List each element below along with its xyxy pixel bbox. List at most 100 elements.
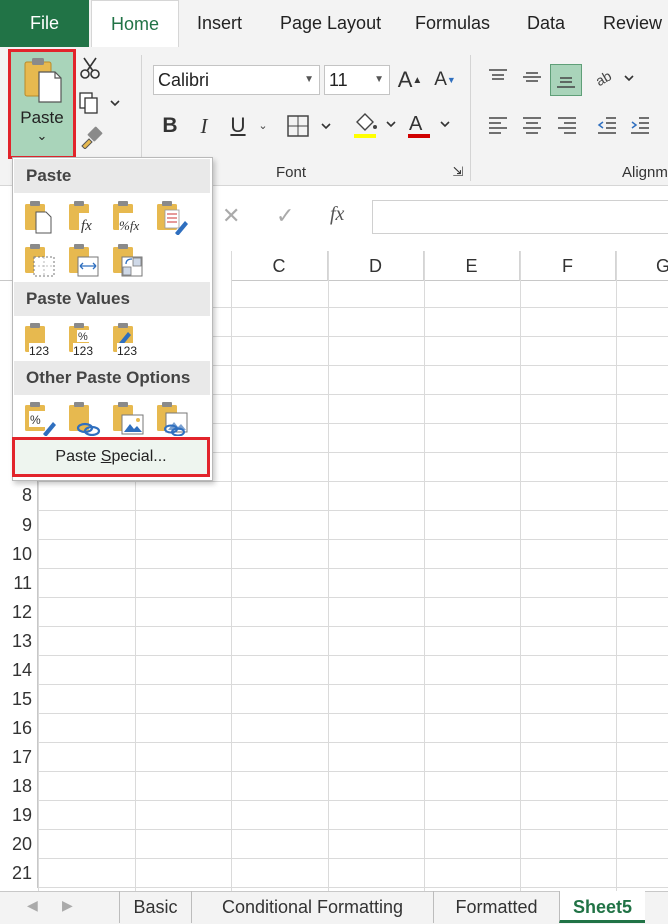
row-header[interactable]: 9: [0, 511, 38, 540]
column-header-c[interactable]: C: [231, 251, 328, 281]
row-header[interactable]: 21: [0, 859, 38, 888]
paste-link-icon[interactable]: [65, 400, 101, 436]
italic-button[interactable]: I: [193, 112, 215, 140]
cancel-icon[interactable]: ✕: [222, 203, 240, 229]
format-painter-icon[interactable]: [78, 124, 104, 150]
values-source-formatting-icon[interactable]: 123: [109, 321, 145, 357]
row-header[interactable]: 16: [0, 714, 38, 743]
decrease-font-size-icon[interactable]: A ▼: [431, 64, 459, 96]
column-header-g[interactable]: G: [616, 251, 668, 281]
gridline: [38, 771, 668, 772]
paste-picture-icon[interactable]: [109, 400, 145, 436]
gridline: [38, 742, 668, 743]
align-center-icon[interactable]: [520, 113, 544, 139]
bottom-align-icon[interactable]: [550, 64, 582, 96]
row-header[interactable]: 15: [0, 685, 38, 714]
gridline: [38, 887, 668, 888]
row-header[interactable]: 14: [0, 656, 38, 685]
keep-column-widths-icon[interactable]: [65, 242, 101, 278]
transpose-icon[interactable]: [109, 242, 145, 278]
formula-input[interactable]: [372, 200, 668, 234]
gridline: [38, 684, 668, 685]
gridline: [38, 626, 668, 627]
increase-indent-icon[interactable]: [628, 113, 652, 139]
dialog-launcher-icon[interactable]: ⇲: [450, 164, 466, 180]
row-header[interactable]: 19: [0, 801, 38, 830]
top-align-icon[interactable]: [486, 66, 510, 88]
row-header[interactable]: 13: [0, 627, 38, 656]
enter-icon[interactable]: ✓: [276, 203, 294, 229]
tab-insert[interactable]: Insert: [197, 0, 242, 47]
middle-align-icon[interactable]: [520, 66, 544, 88]
tab-data[interactable]: Data: [527, 0, 565, 47]
paste-formulas-number-formatting-icon[interactable]: %fx: [109, 199, 145, 235]
gridline: [231, 251, 232, 891]
align-left-icon[interactable]: [486, 113, 510, 139]
paste-values-icon[interactable]: 123: [21, 321, 57, 357]
paste-values-section-header: Paste Values: [14, 282, 210, 316]
gridline: [38, 597, 668, 598]
bold-button[interactable]: B: [158, 112, 182, 140]
no-borders-icon[interactable]: [21, 242, 57, 278]
insert-function-icon[interactable]: fx: [330, 203, 344, 226]
sheet-tab-conditional-formatting[interactable]: Conditional Formatting: [191, 891, 433, 923]
chevron-down-icon[interactable]: ▼: [304, 66, 314, 94]
row-header[interactable]: 8: [0, 481, 38, 511]
copy-icon[interactable]: [78, 90, 122, 116]
font-name-combo[interactable]: Calibri ▼: [153, 65, 320, 95]
pct-fx-badge: %fx: [119, 218, 139, 233]
gridline: [328, 251, 329, 891]
font-color-icon[interactable]: A: [405, 110, 455, 140]
row-header[interactable]: 17: [0, 743, 38, 772]
gridline: [38, 655, 668, 656]
align-right-icon[interactable]: [555, 113, 579, 139]
gridline: [38, 510, 668, 511]
cut-icon[interactable]: [78, 55, 102, 81]
fill-color-icon[interactable]: [351, 110, 401, 140]
row-header[interactable]: 10: [0, 540, 38, 569]
sheet-tab-basic[interactable]: Basic: [119, 891, 191, 923]
borders-icon[interactable]: [286, 113, 336, 139]
values-number-formatting-icon[interactable]: % 123: [65, 321, 101, 357]
row-header[interactable]: 18: [0, 772, 38, 801]
font-name-value: Calibri: [158, 70, 210, 90]
sheet-tab-formatted[interactable]: Formatted: [433, 891, 559, 923]
ribbon-separator: [470, 55, 471, 181]
column-header-d[interactable]: D: [328, 251, 424, 281]
other-paste-options-header: Other Paste Options: [14, 361, 210, 395]
column-header-f[interactable]: F: [520, 251, 616, 281]
row-header[interactable]: 11: [0, 569, 38, 598]
underline-button[interactable]: U: [227, 112, 249, 140]
paste-special-menu-item[interactable]: Paste Special...: [12, 437, 210, 477]
chevron-down-icon[interactable]: ▼: [374, 66, 384, 94]
paste-icon[interactable]: [21, 199, 57, 235]
scroll-left-icon[interactable]: ◀: [27, 897, 38, 914]
number-badge: 123: [73, 344, 93, 357]
scroll-right-icon[interactable]: ▶: [62, 897, 73, 914]
paste-button[interactable]: Paste ⌄: [8, 49, 76, 159]
paste-formulas-icon[interactable]: fx: [65, 199, 101, 235]
paste-special-label-prefix: Paste: [55, 448, 101, 465]
decrease-indent-icon[interactable]: [595, 113, 619, 139]
tab-page-layout[interactable]: Page Layout: [280, 0, 381, 47]
chevron-down-icon[interactable]: ⌄: [256, 112, 270, 140]
font-size-combo[interactable]: 11 ▼: [324, 65, 390, 95]
sheet-tab-sheet5[interactable]: Sheet5: [559, 891, 645, 923]
row-header[interactable]: 12: [0, 598, 38, 627]
paste-formatting-icon[interactable]: %: [21, 400, 57, 436]
orientation-icon[interactable]: ab: [595, 66, 637, 90]
number-badge: 123: [117, 344, 137, 357]
fx-badge: fx: [81, 218, 92, 234]
keep-source-formatting-icon[interactable]: [153, 199, 189, 235]
tab-home[interactable]: Home: [91, 0, 179, 49]
row-header[interactable]: 20: [0, 830, 38, 859]
tab-formulas[interactable]: Formulas: [415, 0, 490, 47]
tab-review[interactable]: Review: [603, 0, 662, 47]
svg-text:ab: ab: [595, 67, 614, 89]
chevron-down-icon[interactable]: ⌄: [11, 128, 73, 144]
tab-file[interactable]: File: [0, 0, 89, 47]
font-group-label: Font: [276, 164, 307, 181]
linked-picture-icon[interactable]: [153, 400, 189, 436]
increase-font-size-icon[interactable]: A ▲: [396, 64, 424, 96]
column-header-e[interactable]: E: [424, 251, 520, 281]
